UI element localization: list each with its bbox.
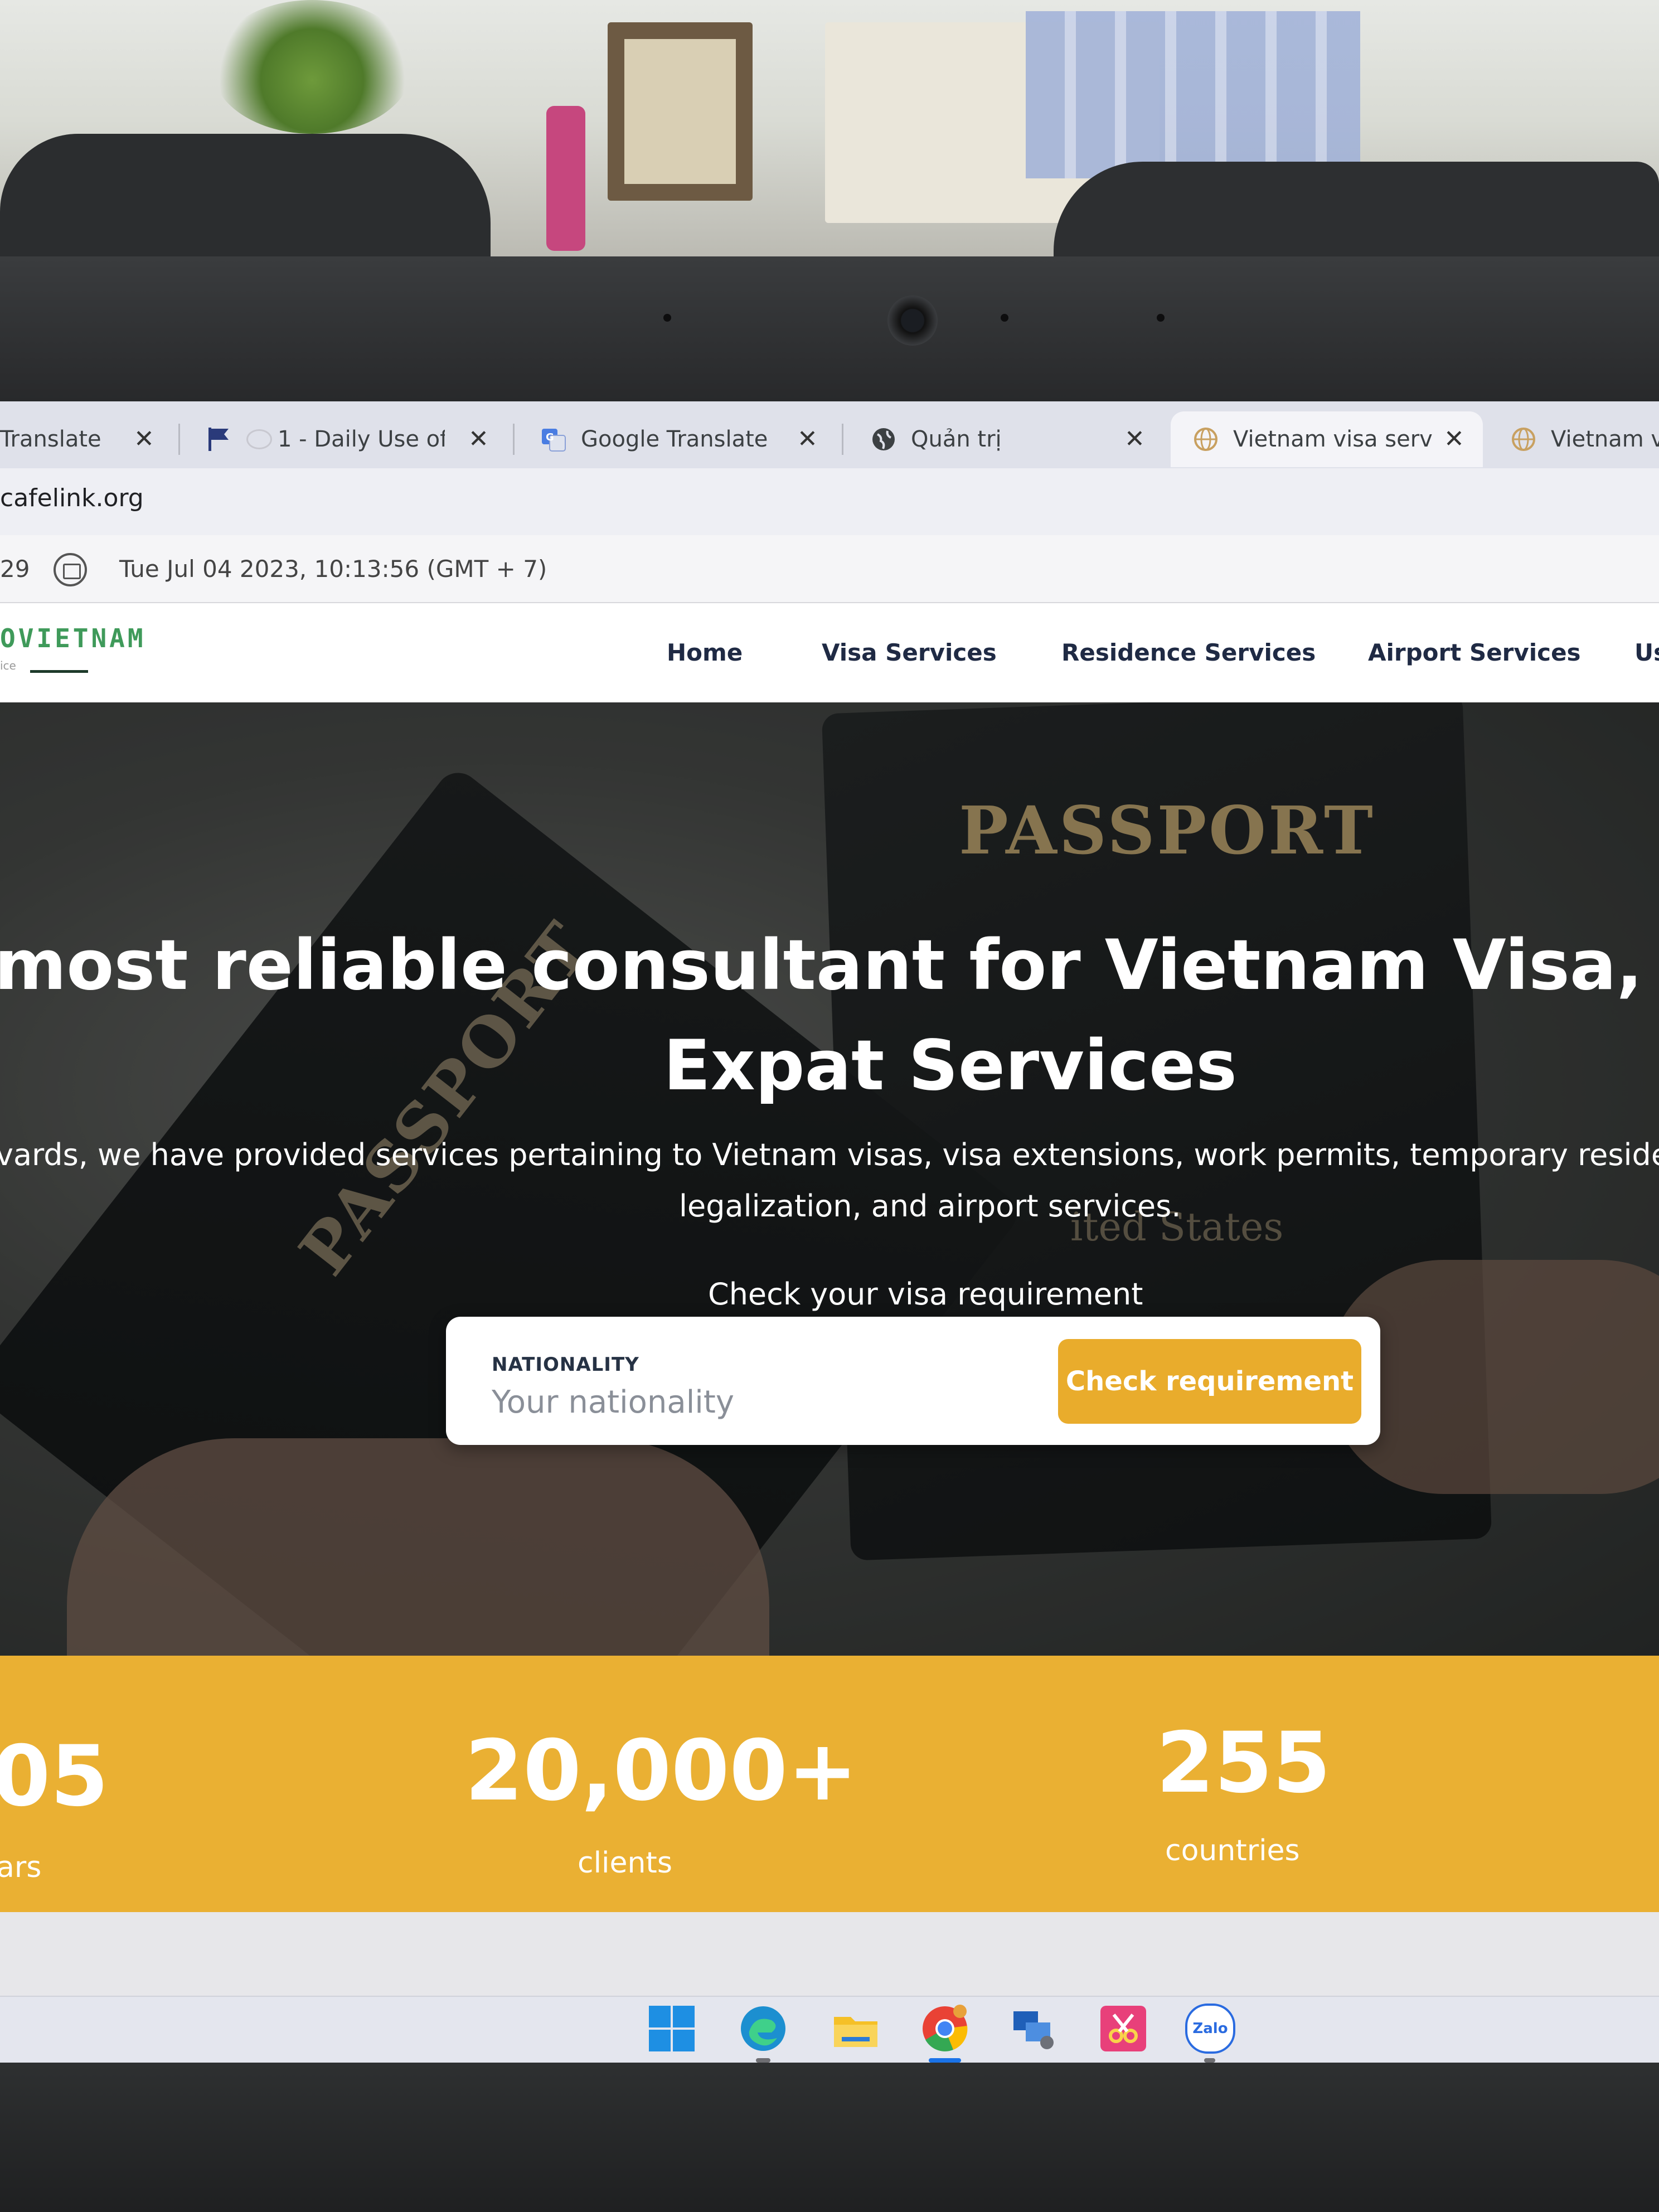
sensor-dot <box>663 314 671 322</box>
laptop-bezel-top <box>0 256 1659 401</box>
site-logo[interactable]: OVIETNAM <box>0 623 146 653</box>
close-icon[interactable]: ✕ <box>468 425 489 453</box>
address-bar[interactable] <box>0 468 1659 535</box>
tab-translate[interactable]: Translate ✕ <box>0 411 167 467</box>
tab-label: Vietnam vi <box>1551 426 1659 452</box>
stat-clients-label: clients <box>578 1846 672 1880</box>
check-requirement-button[interactable]: Check requirement <box>1058 1339 1361 1424</box>
file-explorer-icon[interactable] <box>831 2004 881 2054</box>
close-icon[interactable]: ✕ <box>134 425 154 453</box>
globe-icon <box>1511 426 1536 452</box>
tab-daily-use[interactable]: 1 - Daily Use of E ✕ <box>206 411 496 467</box>
url-text[interactable]: cafelink.org <box>0 484 144 512</box>
hero-overlay <box>0 702 1659 1672</box>
svg-text:G: G <box>546 431 554 443</box>
stat-countries-value: 255 <box>1156 1715 1331 1812</box>
nav-home[interactable]: Home <box>667 639 743 666</box>
stat-countries-label: countries <box>1165 1834 1300 1867</box>
nav-us[interactable]: Us <box>1634 639 1659 666</box>
nav-residence-services[interactable]: Residence Services <box>1061 639 1316 666</box>
nav-airport-services[interactable]: Airport Services <box>1368 639 1581 666</box>
globe-icon <box>1193 426 1219 452</box>
tab-quan-tri[interactable]: Quản trị ✕ <box>871 411 1161 467</box>
windows-start-icon[interactable] <box>647 2004 697 2054</box>
network-app-icon[interactable] <box>1009 2004 1059 2054</box>
nav-visa-services[interactable]: Visa Services <box>822 639 997 666</box>
chrome-icon[interactable] <box>920 2004 970 2054</box>
laptop-screen: Translate ✕ 1 - Daily Use of E ✕ G Googl… <box>0 401 1659 2068</box>
sensor-dot <box>1001 314 1008 322</box>
zalo-label: Zalo <box>1192 2020 1228 2037</box>
counter-text: 29 <box>0 555 30 583</box>
close-icon[interactable]: ✕ <box>797 425 818 453</box>
picture-frame <box>608 22 753 201</box>
flag-icon <box>206 426 232 452</box>
binders <box>1026 11 1360 178</box>
hero-title-line1: most reliable consultant for Vietnam Vis… <box>0 925 1659 1006</box>
globe-icon <box>871 426 896 452</box>
chair-left <box>0 134 491 268</box>
taskbar-active-indicator <box>929 2058 961 2063</box>
page-below-stats <box>0 1912 1659 1996</box>
chair-right <box>1054 162 1659 268</box>
tab-label: Google Translate <box>581 426 768 452</box>
stat-clients-value: 20,000+ <box>465 1723 858 1820</box>
google-translate-icon: G <box>541 426 566 452</box>
hero-section: PASSPORT PASSPORT ited States <box>0 702 1659 1672</box>
windows-taskbar <box>0 1996 1659 2068</box>
nationality-input[interactable] <box>492 1382 1005 1422</box>
zalo-icon[interactable]: Zalo <box>1185 2004 1235 2054</box>
hero-title-line2: Expat Services <box>663 1026 1237 1106</box>
hero-subtitle-line1: vards, we have provided services pertain… <box>0 1137 1659 1172</box>
tab-google-translate[interactable]: G Google Translate ✕ <box>541 411 831 467</box>
chat-bubble-icon <box>246 429 272 449</box>
cup <box>546 106 585 251</box>
close-icon[interactable]: ✕ <box>1124 425 1145 453</box>
check-visa-label: Check your visa requirement <box>708 1277 1143 1312</box>
edge-icon[interactable] <box>738 2004 788 2054</box>
tab-vietnam-vi[interactable]: Vietnam vi <box>1511 411 1659 467</box>
tab-label: 1 - Daily Use of E <box>278 426 445 452</box>
office-background <box>0 0 1659 268</box>
stat-years-value: 05 <box>0 1728 109 1825</box>
tab-label: Translate <box>0 426 101 452</box>
nationality-label: NATIONALITY <box>492 1354 639 1376</box>
close-icon[interactable]: ✕ <box>1444 425 1464 453</box>
stat-years-label: ars <box>0 1851 42 1884</box>
snipping-tool-icon[interactable] <box>1098 2004 1148 2054</box>
sensor-dot <box>1157 314 1165 322</box>
logo-underline <box>30 670 88 673</box>
tab-label: Vietnam visa service <box>1233 426 1434 452</box>
tab-vietnam-visa-service[interactable]: Vietnam visa service ✕ <box>1171 411 1483 467</box>
calendar-icon <box>54 553 87 586</box>
taskbar-running-indicator <box>756 2058 770 2063</box>
tab-separator <box>513 424 515 455</box>
tab-label: Quản trị <box>911 426 1002 452</box>
tab-separator <box>178 424 180 455</box>
plant <box>212 0 413 134</box>
hero-subtitle-line2: legalization, and airport services. <box>679 1189 1181 1224</box>
datetime-text: Tue Jul 04 2023, 10:13:56 (GMT + 7) <box>119 555 547 583</box>
taskbar-running-indicator <box>1204 2058 1215 2063</box>
visa-check-form: NATIONALITY Check requirement <box>446 1317 1380 1445</box>
laptop-bezel-bottom <box>0 2063 1659 2212</box>
webcam <box>887 295 938 346</box>
site-logo-subtitle: ice <box>0 659 16 672</box>
tab-separator <box>842 424 843 455</box>
